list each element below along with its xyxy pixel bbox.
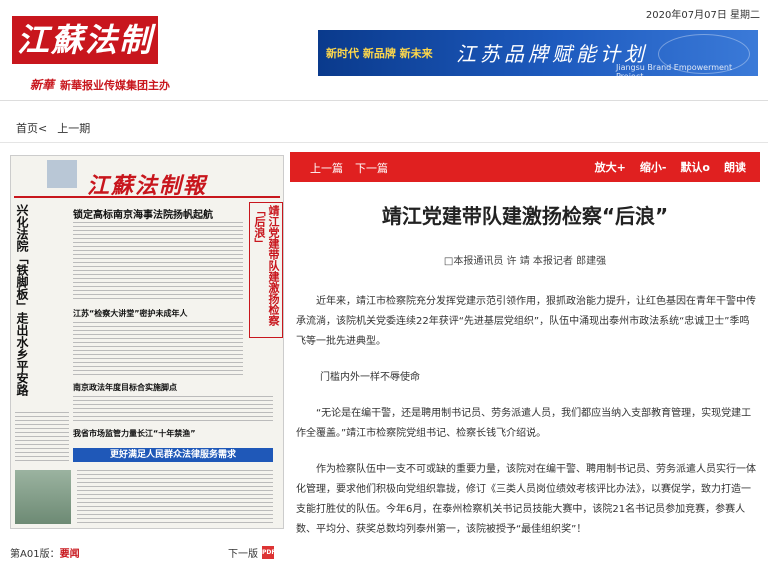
sponsor-line: 新華 新華报业传媒集团主办 <box>30 76 170 93</box>
thumbnail-text-block <box>73 222 243 300</box>
article-toolbar: 上一篇 下一篇 放大+ 缩小- 默认o 朗读 <box>290 152 760 182</box>
thumbnail-right-headline: 靖江党建带队建激扬检察「后浪」 <box>253 205 280 326</box>
divider <box>0 100 768 101</box>
newspaper-logo[interactable]: 江蘇法制報 <box>12 16 158 107</box>
thumbnail-text-block <box>73 322 243 378</box>
zoom-out-button[interactable]: 缩小- <box>640 159 667 175</box>
article-subheading: 门槛内外一样不辱使命 <box>320 372 420 383</box>
thumbnail-headline-2[interactable]: 江苏“检察大讲堂”密护未成年人 <box>73 308 188 319</box>
article-body: 近年来，靖江市检察院充分发挥党建示范引领作用，狠抓政治能力提升，让红色基因在青年… <box>296 292 758 556</box>
brand-banner[interactable]: 新时代 新品牌 新未来 江苏品牌赋能计划 Jiangsu Brand Empow… <box>318 30 758 76</box>
sponsor-text: 新華报业传媒集团主办 <box>60 78 171 92</box>
default-size-button[interactable]: 默认o <box>680 159 710 175</box>
newspaper-page-thumbnail[interactable]: 江蘇法制報 兴化法院「铁脚板」走出水乡平安路 锁定高标南京海事法院扬帆起航 江苏… <box>10 155 284 529</box>
breadcrumb: 首页< 上一期 <box>16 120 90 136</box>
home-link[interactable]: 首页< <box>16 120 47 136</box>
thumbnail-headline-3[interactable]: 南京政法年度目标合实施脚点 <box>73 382 177 393</box>
thumbnail-left-column[interactable]: 兴化法院「铁脚板」走出水乡平安路 <box>15 204 43 404</box>
divider <box>0 142 768 143</box>
article-paragraph: 作为检察队伍中一支不可或缺的重要力量，该院对在编干警、聘用制书记员、劳务派遣人员… <box>296 464 756 535</box>
article-paragraph: 近年来，靖江市检察院充分发挥党建示范引领作用，狠抓政治能力提升，让红色基因在青年… <box>296 296 756 347</box>
read-aloud-button[interactable]: 朗读 <box>724 159 746 175</box>
masthead-photo <box>47 160 77 188</box>
next-article-button[interactable]: 下一篇 <box>355 160 388 176</box>
pdf-icon[interactable]: PDF <box>262 546 275 559</box>
edition-label: 第A01版：要闻 <box>10 545 80 560</box>
thumbnail-text-block <box>77 470 273 524</box>
thumbnail-photo <box>15 470 71 524</box>
xinhua-mark-icon: 新華 <box>30 78 55 92</box>
masthead-rule <box>14 196 280 198</box>
date-display: 2020年07月07日 星期二 <box>645 10 760 21</box>
thumbnail-text-block <box>15 412 69 464</box>
thumbnail-headline-4[interactable]: 我省市场监管力量长江“十年禁渔” <box>73 428 196 439</box>
thumbnail-highlighted-article[interactable]: 靖江党建带队建激扬检察「后浪」 <box>249 202 283 338</box>
thumbnail-text-block <box>73 396 273 424</box>
article-paragraph: “无论是在编干警，还是聘用制书记员、劳务派遣人员，我们都应当纳入支部教育管理，实… <box>296 408 752 439</box>
thumbnail-left-headline: 兴化法院「铁脚板」走出水乡平安路 <box>15 204 29 396</box>
banner-decoration-icon <box>658 34 750 74</box>
prev-issue-link[interactable]: 上一期 <box>57 120 90 136</box>
edition-name: 要闻 <box>59 549 80 560</box>
next-edition-label: 下一版 <box>228 549 258 560</box>
banner-slogan: 新时代 新品牌 新未来 <box>326 47 433 60</box>
next-edition-link[interactable]: 下一版 PDF <box>228 545 275 560</box>
zoom-in-button[interactable]: 放大+ <box>595 159 626 175</box>
prev-article-button[interactable]: 上一篇 <box>310 160 343 176</box>
edition-number: 第A01版： <box>10 549 60 560</box>
article-title: 靖江党建带队建激扬检察“后浪” <box>381 204 669 228</box>
thumbnail-headline-1[interactable]: 锁定高标南京海事法院扬帆起航 <box>73 206 213 221</box>
thumbnail-blue-banner[interactable]: 更好满足人民群众法律服务需求 <box>73 448 273 462</box>
article-byline: □本报通讯员 许 靖 本报记者 郎建强 <box>443 256 607 267</box>
